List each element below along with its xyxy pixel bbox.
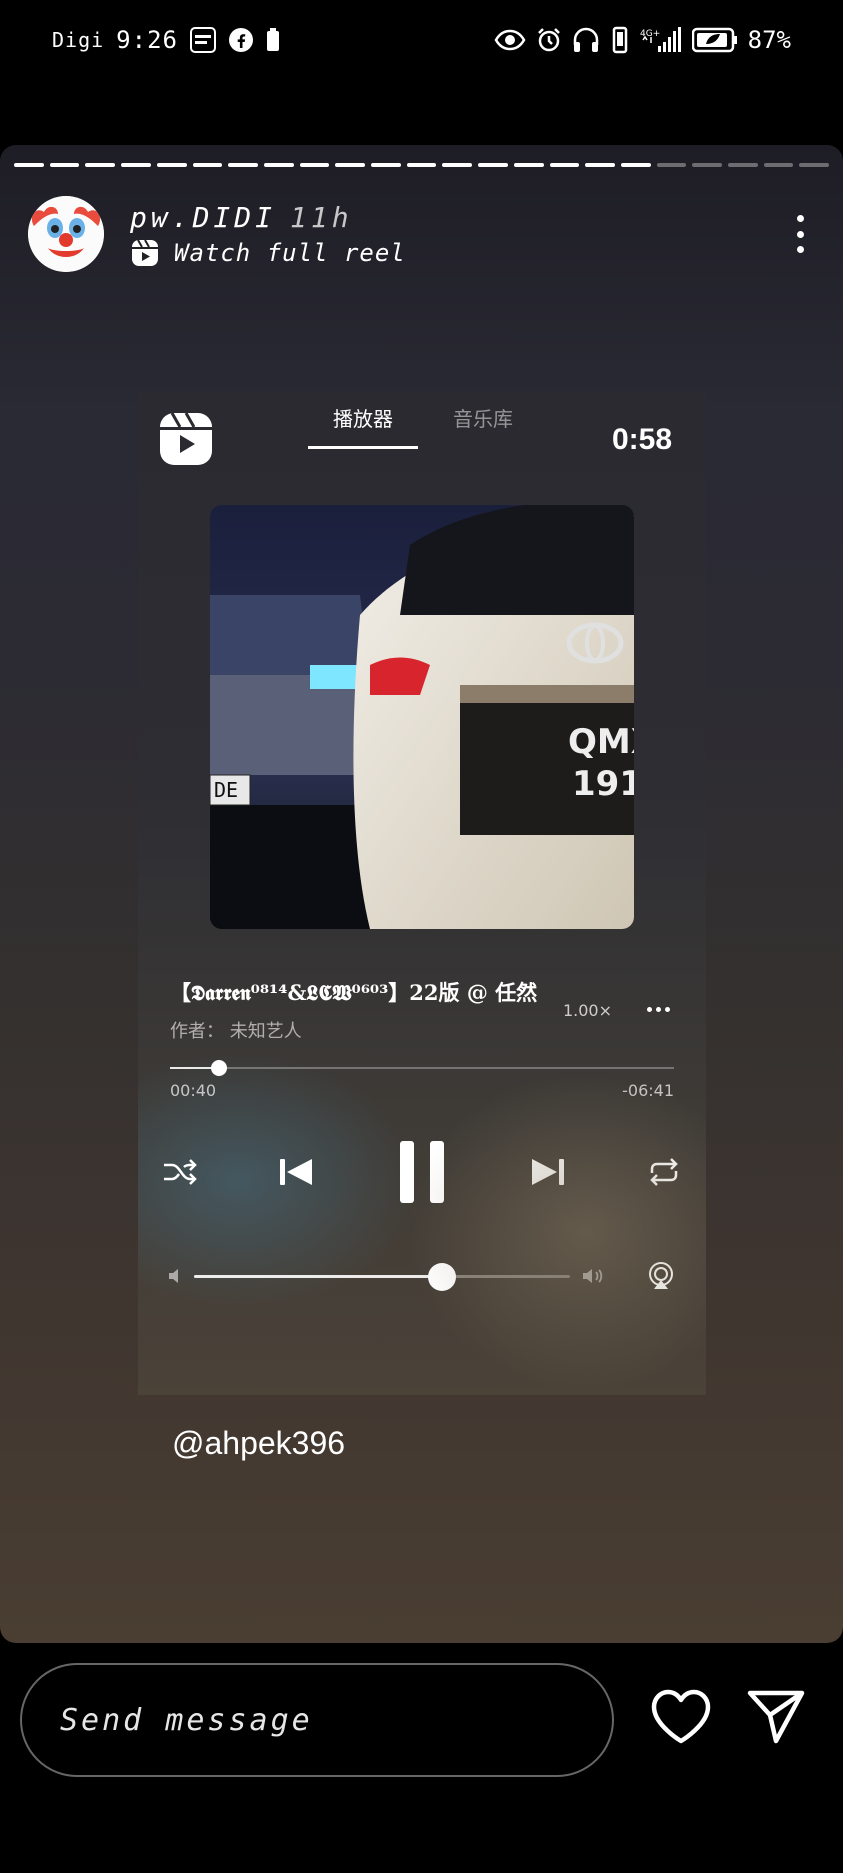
story-progress-segment — [85, 163, 116, 167]
story-progress-segment — [49, 163, 80, 167]
remaining-time: -06:41 — [622, 1081, 674, 1100]
story-progress-segment — [335, 163, 366, 167]
svg-text:DE: DE — [214, 778, 238, 802]
reels-icon — [132, 239, 158, 266]
player-tabs: 播放器 音乐库 — [298, 397, 538, 449]
playback-controls — [162, 1127, 682, 1217]
track-title: 【𝕯𝖆𝖗𝖗𝖊𝖓⁰⁸¹⁴&𝕷𝕮𝖂⁰⁶⁰³】22版 @ 任然 — [170, 980, 538, 1005]
track-artist: 作者： 未知艺人 — [170, 1021, 302, 1042]
seek-bar — [170, 1060, 674, 1076]
story-progress-segment — [513, 163, 544, 167]
vibrate-icon — [610, 26, 630, 54]
story-progress-segment — [728, 163, 758, 167]
eye-icon — [494, 29, 526, 51]
story-username[interactable]: pw.DIDI — [130, 201, 276, 234]
story-progress-segment — [442, 163, 473, 167]
story-progress-segment — [406, 163, 437, 167]
status-bar: Digi 9:26 4G+ 87% — [0, 0, 843, 80]
battery-percent: 87% — [747, 26, 791, 54]
headphones-icon — [572, 27, 600, 53]
story-progress-segment — [692, 163, 723, 167]
svg-text:QMX: QMX — [568, 722, 634, 762]
story-progress-segment — [656, 163, 687, 167]
status-left: Digi 9:26 — [52, 26, 280, 54]
touch-n-go-icon — [189, 27, 216, 53]
track-info: 【𝕯𝖆𝖗𝖗𝖊𝖓⁰⁸¹⁴&𝕷𝕮𝖂⁰⁶⁰³】22版 @ 任然 作者： 未知艺人 1.… — [170, 977, 674, 1043]
like-button[interactable] — [650, 1689, 712, 1745]
story-progress-segment — [478, 163, 508, 167]
reply-bar — [0, 1643, 843, 1873]
reels-logo-icon — [160, 412, 212, 465]
status-right: 4G+ 87% — [494, 26, 791, 54]
volume-low-icon — [169, 1269, 178, 1283]
tab-player[interactable]: 播放器 — [308, 397, 418, 449]
story-progress-segment — [799, 163, 830, 167]
volume-control — [168, 1261, 676, 1291]
svg-text:4G+: 4G+ — [640, 29, 660, 39]
volume-high-icon — [583, 1269, 603, 1283]
watch-full-reel-label: Watch full reel — [174, 238, 406, 267]
story-header: pw.DIDI 11h Watch full reel — [28, 189, 815, 279]
carrier-label: Digi — [52, 28, 105, 52]
shuffle-icon — [162, 1157, 198, 1187]
facebook-icon — [228, 27, 254, 53]
previous-track-icon — [276, 1155, 316, 1189]
svg-text:1911: 1911 — [572, 764, 634, 804]
alarm-icon — [536, 27, 562, 53]
clown-face-icon — [28, 196, 104, 272]
story-progress-segment — [620, 163, 651, 167]
story-progress-segment — [263, 163, 294, 167]
story-user-row: pw.DIDI 11h — [130, 201, 406, 234]
volume-slider — [194, 1262, 570, 1291]
battery-saver-icon — [266, 28, 280, 52]
playback-speed: 1.00× — [562, 1001, 612, 1020]
track-more-icon — [647, 1007, 670, 1012]
story-progress-segment — [192, 163, 223, 167]
volume-fill — [194, 1274, 443, 1278]
share-button[interactable] — [746, 1689, 806, 1745]
story-progress-segment — [228, 163, 258, 167]
story-progress-segment — [763, 163, 794, 167]
pause-icon — [394, 1137, 450, 1207]
seek-knob — [210, 1060, 227, 1076]
tab-library[interactable]: 音乐库 — [428, 397, 538, 449]
story-progress-bar — [14, 163, 830, 167]
story-progress-segment — [371, 163, 401, 167]
repeat-icon — [646, 1157, 682, 1187]
story-progress-segment — [121, 163, 151, 167]
airplay-icon — [649, 1262, 673, 1289]
watch-full-reel-link[interactable]: Watch full reel — [130, 238, 406, 268]
avatar[interactable] — [28, 196, 104, 272]
elapsed-time: 00:40 — [170, 1081, 217, 1100]
heart-icon — [651, 1689, 711, 1744]
story-progress-segment — [549, 163, 580, 167]
story-meta: pw.DIDI 11h Watch full reel — [130, 201, 406, 268]
shared-music-player: 播放器 音乐库 0:58 DE QM 191 【𝕯𝖆𝖗𝖗𝖊𝖓⁰⁸¹⁴&𝕷𝕮𝖂⁰⁶… — [138, 391, 706, 1395]
story-time: 11h — [290, 200, 353, 234]
volume-knob — [428, 1262, 457, 1291]
sleep-timer: 0:58 — [611, 423, 672, 456]
story-progress-segment — [156, 163, 187, 167]
story-progress-segment — [585, 163, 615, 167]
signal-4g-icon: 4G+ — [640, 26, 682, 54]
album-cover: DE QMX 1911 — [210, 505, 634, 929]
send-icon — [747, 1690, 805, 1744]
mention-sticker[interactable]: @ahpek396 — [172, 1425, 345, 1462]
story-viewer[interactable]: pw.DIDI 11h Watch full reel 播放器 音乐库 0:58… — [0, 145, 843, 1643]
next-track-icon — [528, 1155, 568, 1189]
clock: 9:26 — [116, 26, 178, 54]
battery-icon — [691, 27, 738, 53]
story-progress-segment — [299, 163, 330, 167]
send-message-input[interactable] — [20, 1663, 614, 1777]
story-progress-segment — [14, 163, 44, 167]
story-more-options-button[interactable] — [785, 209, 815, 259]
